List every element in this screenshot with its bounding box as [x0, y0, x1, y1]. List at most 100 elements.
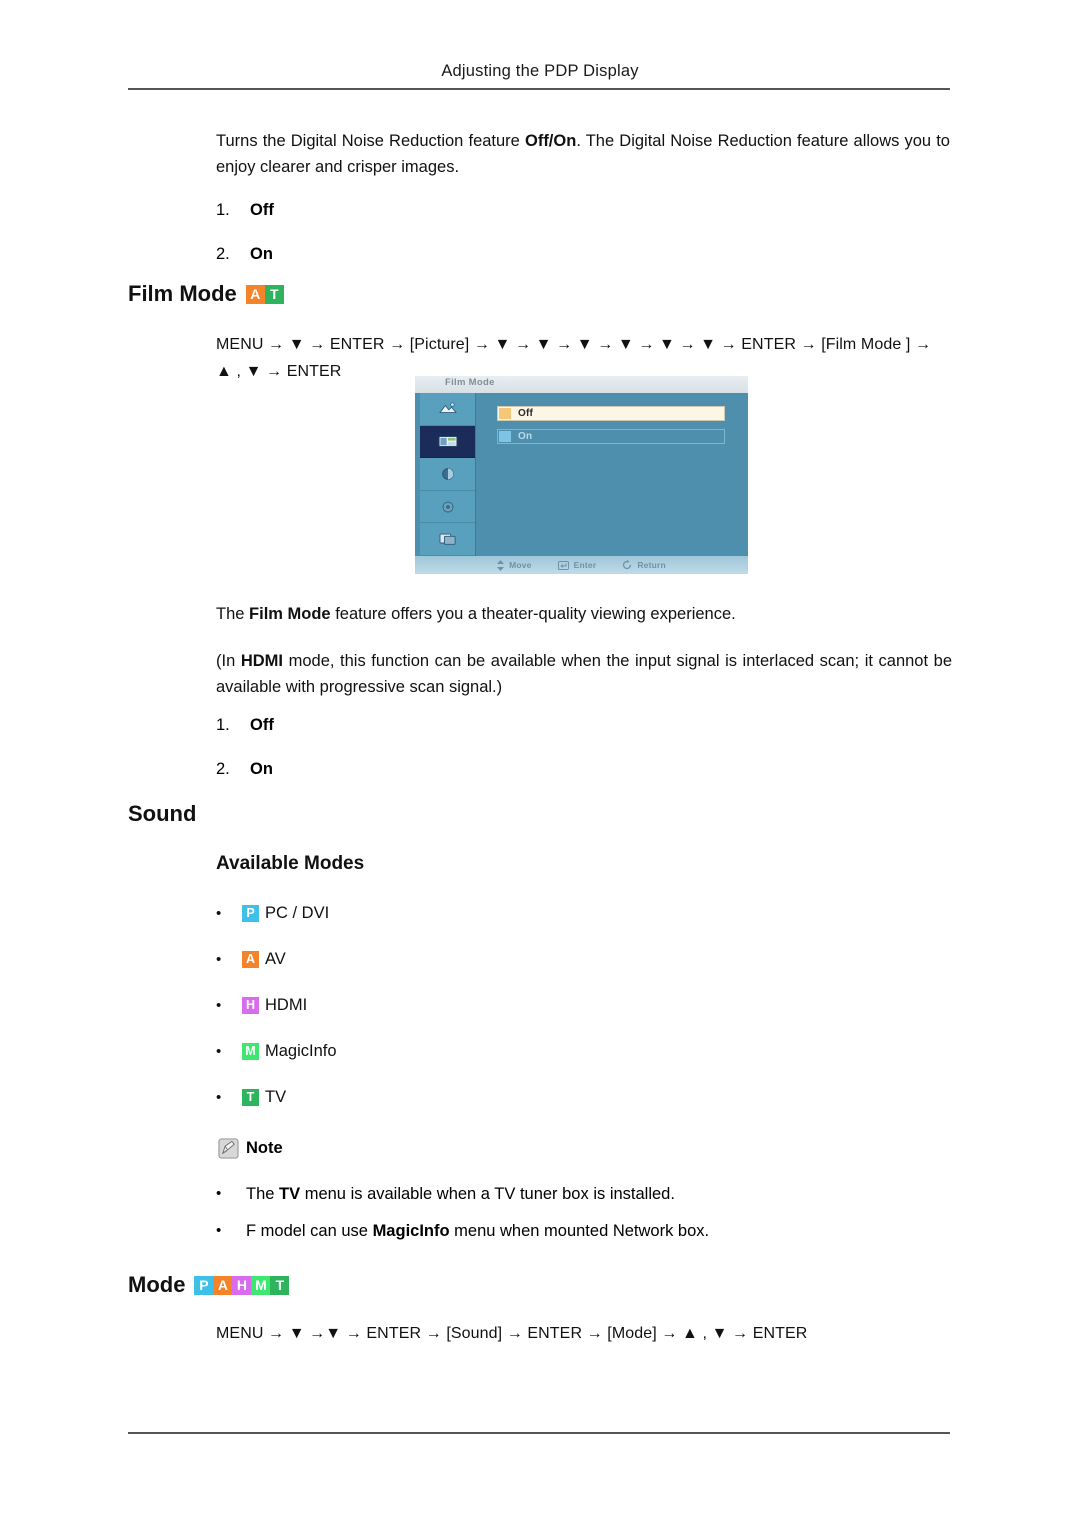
picture-icon: [438, 402, 457, 413]
mode-label: HDMI: [265, 995, 308, 1014]
bullet-icon: •: [216, 904, 222, 922]
list-item: 2. On: [216, 241, 274, 267]
mode-badge-av: A: [242, 950, 259, 968]
bullet-icon: •: [216, 1042, 222, 1060]
bullet-icon: •: [216, 1185, 222, 1202]
osd-title: Film Mode: [445, 377, 495, 388]
bullet-icon: •: [216, 1222, 222, 1239]
osd-sidebar-item-multicontrol[interactable]: [420, 523, 475, 556]
osd-sidebar-item-sound[interactable]: [420, 458, 475, 491]
note-header: Note: [218, 1138, 283, 1159]
film-mode-hdmi-after: mode, this function can be available whe…: [216, 652, 952, 696]
osd-sidebar: [420, 393, 476, 556]
film-mode-heading: Film Mode A T: [128, 281, 284, 307]
updown-arrow-icon: [497, 559, 505, 571]
bullet-icon: •: [216, 1088, 222, 1106]
film-mode-desc-before: The: [216, 605, 250, 623]
mode-badge-tv: T: [242, 1088, 259, 1106]
list-item: 1. Off: [216, 197, 274, 223]
dnr-option-number: 1.: [216, 201, 230, 219]
osd-option-row-on[interactable]: On: [497, 429, 725, 444]
mode-badge-hdmi: H: [242, 996, 259, 1014]
list-item: • F model can use MagicInfo menu when mo…: [216, 1222, 956, 1241]
mode-badge-pc: P: [194, 1275, 214, 1295]
osd-sidebar-item-picture[interactable]: [420, 393, 475, 426]
film-mode-option-label: Off: [250, 716, 274, 734]
header-divider: [128, 88, 950, 90]
mode-badge-av: A: [213, 1275, 233, 1295]
bullet-icon: •: [216, 996, 222, 1014]
osd-checkbox-icon: [499, 431, 511, 442]
list-item: 2. On: [216, 756, 274, 782]
dnr-option-number: 2.: [216, 245, 230, 263]
mode-label: TV: [265, 1087, 287, 1106]
film-mode-desc-bold: Film Mode: [249, 605, 331, 623]
mode-badge-hdmi: H: [232, 1275, 252, 1295]
mode-badge-letter: T: [242, 1088, 259, 1106]
mode-badge-pc: P: [242, 904, 259, 922]
mode-badge-tv: T: [270, 1275, 290, 1295]
return-arrow-icon: [623, 560, 632, 570]
osd-footer-move: Move: [497, 559, 532, 571]
osd-checkbox-selected-icon: [499, 408, 511, 419]
osd-footer-enter: Enter: [557, 560, 597, 570]
osd-sidebar-item-film[interactable]: [420, 425, 475, 459]
film-mode-hdmi-before: (In: [216, 652, 241, 670]
film-mode-hdmi-bold: HDMI: [240, 652, 284, 670]
note-list: • The TV menu is available when a TV tun…: [216, 1185, 956, 1259]
mode-label: MagicInfo: [265, 1041, 337, 1060]
note-item-text: The TV menu is available when a TV tuner…: [246, 1185, 675, 1204]
sound-icon: [441, 468, 454, 480]
mode-badge-letter: H: [242, 996, 259, 1014]
osd-screenshot: Film Mode Off On Move Enter Return: [415, 376, 748, 574]
document-page: Adjusting the PDP Display Turns the Digi…: [0, 0, 1080, 1527]
dnr-intro-bold: Off/On: [524, 132, 577, 150]
mode-badge-letter: P: [242, 904, 259, 922]
sound-heading-text: Sound: [128, 801, 197, 826]
film-icon: [438, 436, 457, 448]
osd-content: Off On: [476, 393, 748, 556]
osd-option-row-off[interactable]: Off: [497, 406, 725, 421]
list-item: • T TV: [216, 1074, 337, 1120]
list-item: • H HDMI: [216, 982, 337, 1028]
mode-badge-magicinfo: M: [251, 1275, 271, 1295]
note-item-before: F model can use: [246, 1222, 373, 1240]
osd-footer-return: Return: [622, 560, 666, 570]
mode-heading: Mode P A H M T: [128, 1272, 290, 1298]
film-mode-option-label: On: [250, 760, 273, 778]
dnr-intro-text-before: Turns the Digital Noise Reduction featur…: [216, 132, 525, 150]
note-item-after: menu is available when a TV tuner box is…: [300, 1185, 675, 1203]
sound-heading: Sound: [128, 801, 196, 827]
note-item-bold: TV: [279, 1185, 301, 1203]
page-header-title: Adjusting the PDP Display: [441, 62, 639, 80]
mode-badge-letter: M: [242, 1042, 259, 1060]
mode-heading-badges: P A H M T: [194, 1275, 290, 1295]
mode-label: PC / DVI: [265, 903, 330, 922]
film-mode-badges: A T: [245, 284, 284, 304]
film-mode-desc-after: feature offers you a theater-quality vie…: [330, 605, 736, 623]
bullet-icon: •: [216, 950, 222, 968]
mode-badge-tv: T: [264, 284, 284, 304]
osd-option-label: On: [518, 431, 533, 442]
list-item: • The TV menu is available when a TV tun…: [216, 1185, 956, 1204]
osd-sidebar-item-setup[interactable]: [420, 491, 475, 524]
note-item-bold: MagicInfo: [372, 1222, 450, 1240]
osd-footer-label: Return: [637, 560, 666, 570]
mode-label: AV: [265, 949, 286, 968]
mode-badge-letter: A: [242, 950, 259, 968]
footer-divider: [128, 1432, 950, 1434]
dnr-option-label: On: [250, 245, 273, 263]
note-pencil-icon: [218, 1138, 239, 1159]
note-item-after: menu when mounted Network box.: [449, 1222, 710, 1240]
film-mode-hdmi-note: (In HDMI mode, this function can be avai…: [216, 648, 952, 700]
film-mode-option-number: 2.: [216, 760, 230, 778]
note-item-text: F model can use MagicInfo menu when moun…: [246, 1222, 709, 1241]
osd-footer-label: Move: [509, 560, 532, 570]
mode-badge-av: A: [245, 284, 265, 304]
mode-badge-magicinfo: M: [242, 1042, 259, 1060]
note-item-before: The: [246, 1185, 280, 1203]
mode-heading-text: Mode: [128, 1272, 186, 1297]
note-label: Note: [246, 1139, 283, 1157]
list-item: • M MagicInfo: [216, 1028, 337, 1074]
available-modes-list: • P PC / DVI • A AV • H HDMI • M MagicIn…: [216, 890, 337, 1120]
